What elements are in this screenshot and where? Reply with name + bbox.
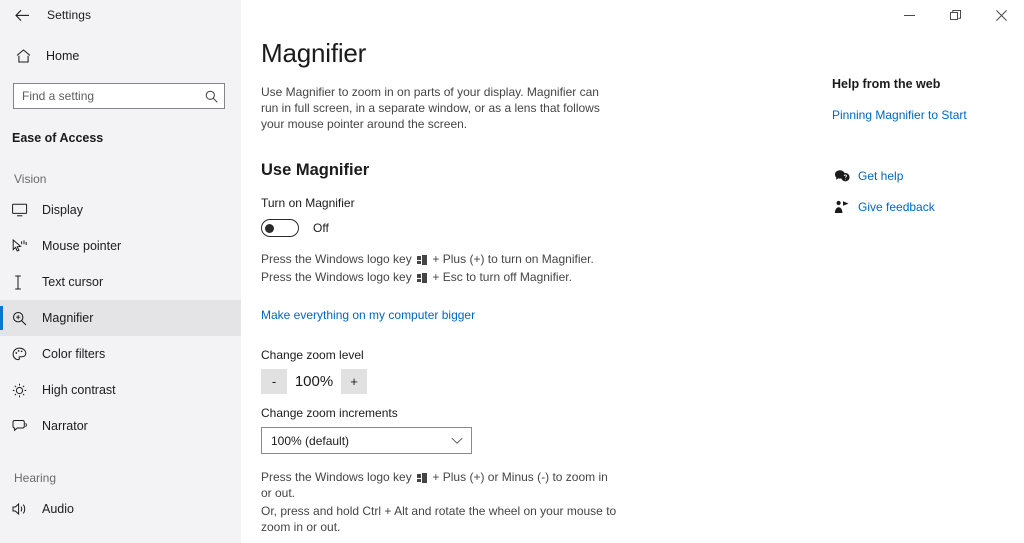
- minimize-button[interactable]: [886, 0, 932, 30]
- get-help-label: Get help: [858, 169, 904, 183]
- hint-turn-off-suffix: + Esc to turn off Magnifier.: [432, 270, 572, 284]
- search-box[interactable]: [13, 83, 225, 109]
- make-everything-bigger-link[interactable]: Make everything on my computer bigger: [261, 308, 475, 322]
- window-controls: [886, 0, 1024, 30]
- windows-logo-key-icon: [417, 273, 428, 283]
- hint-turn-on: Press the Windows logo key + Plus (+) to…: [261, 251, 621, 267]
- zoom-increase-button[interactable]: +: [341, 369, 367, 394]
- search-icon: [205, 90, 218, 103]
- sidebar-group-hearing-label: Hearing: [14, 471, 57, 485]
- zoom-decrease-button[interactable]: -: [261, 369, 287, 394]
- hint-zoom-keys: Press the Windows logo key + Plus (+) or…: [261, 469, 621, 501]
- zoom-increments-value: 100% (default): [271, 433, 350, 448]
- sidebar-item-color-filters[interactable]: Color filters: [0, 336, 241, 372]
- windows-logo-key-icon: [417, 255, 428, 265]
- sidebar-item-display-label: Display: [42, 203, 83, 217]
- turn-on-magnifier-toggle[interactable]: [261, 219, 299, 237]
- search-input[interactable]: [22, 89, 205, 103]
- sidebar-item-text-cursor-label: Text cursor: [42, 275, 104, 289]
- sidebar: Home Ease of Access Vision Display: [0, 0, 241, 543]
- toggle-knob: [265, 223, 274, 233]
- window-title: Settings: [47, 8, 92, 22]
- mouse-pointer-icon: [12, 238, 34, 254]
- sidebar-item-mouse-pointer[interactable]: Mouse pointer: [0, 228, 241, 264]
- hint-turn-off-prefix: Press the Windows logo key: [261, 270, 412, 284]
- toggle-state-text: Off: [313, 221, 329, 235]
- help-rail: Help from the web Pinning Magnifier to S…: [832, 30, 1024, 543]
- sidebar-item-mouse-pointer-label: Mouse pointer: [42, 239, 122, 253]
- magnifier-icon: [12, 311, 34, 326]
- main-content: Magnifier Use Magnifier to zoom in on pa…: [241, 0, 1024, 543]
- narrator-icon: [12, 419, 34, 434]
- hint-turn-off: Press the Windows logo key + Esc to turn…: [261, 269, 621, 285]
- get-help-row[interactable]: Get help: [832, 169, 1024, 183]
- sidebar-category-title: Ease of Access: [12, 131, 104, 145]
- give-feedback-row[interactable]: Give feedback: [832, 200, 1024, 214]
- chevron-down-icon: [451, 437, 463, 445]
- sidebar-item-narrator[interactable]: Narrator: [0, 408, 241, 444]
- page-description: Use Magnifier to zoom in on parts of you…: [261, 85, 600, 131]
- hint-mouse-wheel: Or, press and hold Ctrl + Alt and rotate…: [261, 504, 617, 534]
- text-cursor-icon: [12, 275, 34, 290]
- color-filters-icon: [12, 347, 34, 362]
- high-contrast-icon: [12, 383, 34, 398]
- sidebar-item-display[interactable]: Display: [0, 192, 241, 228]
- hint-turn-on-suffix: + Plus (+) to turn on Magnifier.: [432, 252, 594, 266]
- zoom-increments-select[interactable]: 100% (default): [261, 427, 472, 454]
- get-help-icon: [832, 169, 852, 183]
- give-feedback-icon: [832, 200, 852, 214]
- sidebar-item-narrator-label: Narrator: [42, 419, 88, 433]
- hint-zoom-prefix: Press the Windows logo key: [261, 470, 412, 484]
- sidebar-item-audio[interactable]: Audio: [0, 491, 241, 527]
- settings-window: Settings Home Find a setting Ease of Acc…: [0, 0, 1024, 543]
- restore-button[interactable]: [932, 0, 978, 30]
- title-bar: Settings: [0, 0, 1024, 30]
- zoom-level-value: 100%: [294, 373, 334, 390]
- back-button[interactable]: [0, 0, 44, 30]
- help-rail-heading: Help from the web: [832, 77, 941, 91]
- audio-icon: [12, 502, 34, 516]
- display-icon: [12, 203, 34, 217]
- sidebar-item-high-contrast-label: High contrast: [42, 383, 116, 397]
- sidebar-item-home[interactable]: Home: [0, 41, 241, 71]
- sidebar-group-vision-label: Vision: [14, 172, 47, 186]
- sidebar-item-high-contrast[interactable]: High contrast: [0, 372, 241, 408]
- home-label: Home: [46, 49, 80, 63]
- sidebar-item-magnifier-label: Magnifier: [42, 311, 94, 325]
- sidebar-item-audio-label: Audio: [42, 502, 74, 516]
- rail-spacer: [832, 122, 1024, 152]
- pinning-magnifier-link[interactable]: Pinning Magnifier to Start: [832, 108, 1024, 122]
- give-feedback-label: Give feedback: [858, 200, 935, 214]
- sidebar-item-color-filters-label: Color filters: [42, 347, 106, 361]
- sidebar-item-magnifier[interactable]: Magnifier: [0, 300, 241, 336]
- sidebar-item-text-cursor[interactable]: Text cursor: [0, 264, 241, 300]
- close-button[interactable]: [978, 0, 1024, 30]
- home-icon: [16, 49, 38, 63]
- hint-turn-on-prefix: Press the Windows logo key: [261, 252, 412, 266]
- windows-logo-key-icon: [417, 473, 428, 483]
